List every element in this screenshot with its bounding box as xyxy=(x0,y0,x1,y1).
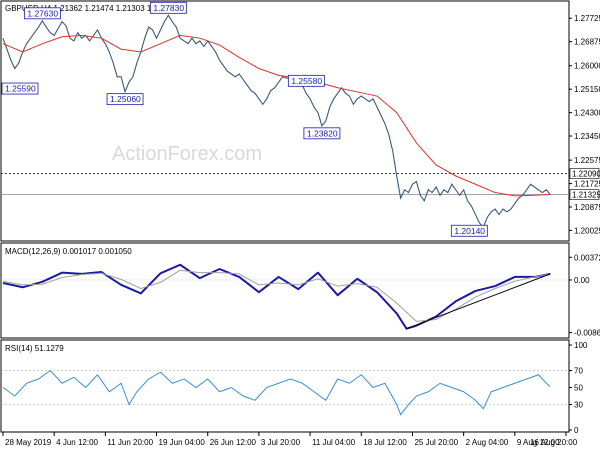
macd-y-tick-label: 0.00 xyxy=(574,276,590,285)
price-annotation-label: 1.25590 xyxy=(5,84,36,94)
price-y-tick-label: 1.21725 xyxy=(574,180,600,189)
macd-header: MACD(12,26,9) 0.001017 0.001050 xyxy=(5,247,132,256)
rsi-y-tick-label: 100 xyxy=(574,341,588,350)
rsi-line xyxy=(2,369,551,416)
x-tick-label: 28 May 2019 xyxy=(5,438,52,447)
x-tick-label: 11 Jun 20:00 xyxy=(107,438,153,447)
x-tick-label: 25 Jul 20:00 xyxy=(414,438,458,447)
macd-trendline xyxy=(406,273,551,330)
x-tick-label: 2 Aug 04:00 xyxy=(466,438,509,447)
trading-chart: ActionForex.com GBPUSD,H4 1.21362 1.2147… xyxy=(0,0,600,447)
price-annotation-label: 1.23820 xyxy=(307,128,338,138)
price-y-tick-label: 1.23450 xyxy=(574,132,600,141)
price-annotation-label: 1.25580 xyxy=(291,76,322,86)
level-label: 1.22090 xyxy=(572,170,600,179)
x-tick-label: 16 Aug 20:00 xyxy=(530,438,578,447)
rsi-header: RSI(14) 51.1279 xyxy=(5,344,64,353)
current-price-label: 1.21325 xyxy=(572,191,600,200)
rsi-panel xyxy=(0,339,570,433)
price-annotation-label: 1.27630 xyxy=(27,8,58,18)
chart-root: ActionForex.com GBPUSD,H4 1.21362 1.2147… xyxy=(0,0,600,450)
macd-y-tick-label: 0.003722 xyxy=(574,253,600,262)
price-y-tick-label: 1.25150 xyxy=(574,85,600,94)
price-y-tick-label: 1.26000 xyxy=(574,62,600,71)
moving-average-line xyxy=(2,34,551,197)
x-tick-label: 4 Jun 12:00 xyxy=(56,438,98,447)
x-tick-label: 18 Jul 12:00 xyxy=(363,438,407,447)
price-y-tick-label: 1.20875 xyxy=(574,203,600,212)
price-y-tick-label: 1.26875 xyxy=(574,38,600,47)
price-y-tick-label: 1.22575 xyxy=(574,156,600,165)
x-tick-label: 11 Jul 04:00 xyxy=(312,438,356,447)
rsi-y-tick-label: 0 xyxy=(574,426,579,435)
price-annotation-label: 1.20140 xyxy=(454,226,485,236)
price-annotation-label: 1.25060 xyxy=(110,94,141,104)
rsi-y-tick-label: 30 xyxy=(574,401,583,410)
x-tick-label: 19 Jun 04:00 xyxy=(159,438,206,447)
price-series-line xyxy=(2,14,551,229)
x-tick-label: 3 Jul 20:00 xyxy=(261,438,301,447)
price-annotation-label: 1.27830 xyxy=(153,3,184,13)
rsi-y-tick-label: 70 xyxy=(574,367,583,376)
macd-y-tick-label: -0.008643 xyxy=(574,329,600,338)
macd-panel xyxy=(0,242,570,339)
x-tick-label: 26 Jun 12:00 xyxy=(210,438,257,447)
watermark: ActionForex.com xyxy=(112,143,262,165)
price-y-tick-label: 1.27725 xyxy=(574,14,600,23)
price-y-tick-label: 1.20025 xyxy=(574,226,600,235)
rsi-y-tick-label: 50 xyxy=(574,384,583,393)
price-y-tick-label: 1.24300 xyxy=(574,109,600,118)
